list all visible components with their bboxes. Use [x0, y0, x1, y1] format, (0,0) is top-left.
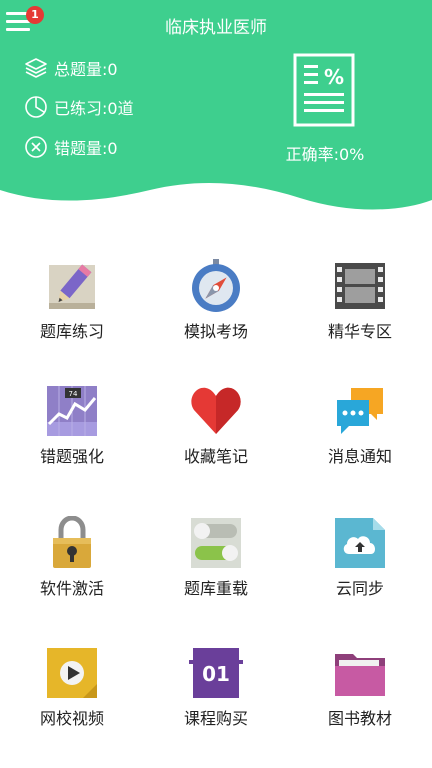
- toggle-switches-icon: [191, 518, 241, 568]
- stat-total: 总题量:0: [24, 56, 118, 80]
- stat-wrong: 错题量:0: [24, 135, 118, 159]
- grid-item-messages[interactable]: 消息通知: [300, 384, 420, 467]
- trend-chart-icon: 74: [47, 386, 97, 436]
- grid-label: 网校视频: [39, 709, 104, 728]
- grid-label: 模拟考场: [183, 322, 248, 341]
- course-01-icon: 01: [189, 648, 243, 698]
- chat-bubbles-icon: [337, 388, 383, 434]
- grid-label: 题库重载: [183, 579, 248, 598]
- pie-chart-icon: [25, 96, 47, 118]
- grid-item-buy-course[interactable]: 01 课程购买: [156, 646, 276, 729]
- grid-item-books[interactable]: 图书教材: [300, 646, 420, 729]
- grid-item-question-bank[interactable]: 题库练习: [12, 259, 132, 342]
- grid-label: 精华专区: [327, 322, 392, 341]
- pencil-paper-icon: [49, 264, 95, 309]
- grid-item-videos[interactable]: 网校视频: [12, 646, 132, 729]
- x-circle-icon: [25, 136, 47, 158]
- grid-item-mock-exam[interactable]: 模拟考场: [156, 259, 276, 342]
- grid-label: 课程购买: [183, 709, 248, 728]
- layers-icon: [25, 58, 47, 78]
- grid-item-activate[interactable]: 软件激活: [12, 516, 132, 599]
- grid-label: 错题强化: [39, 447, 104, 466]
- folder-icon: [335, 654, 385, 696]
- grid-label: 消息通知: [327, 447, 392, 466]
- grid-item-favorites[interactable]: 收藏笔记: [156, 384, 276, 467]
- header: 1 临床执业医师 总题量:0 已练习:0道 错题量:0 % 正确率:0%: [0, 0, 432, 215]
- stat-wrong-text: 错题量:0: [54, 139, 118, 158]
- grid-label: 题库练习: [39, 322, 104, 341]
- svg-text:%: %: [324, 65, 344, 89]
- video-play-icon: [47, 648, 97, 698]
- page-title: 临床执业医师: [165, 18, 267, 38]
- grid-label: 图书教材: [327, 709, 392, 728]
- grid-item-cloud-sync[interactable]: 云同步: [300, 516, 420, 599]
- grid-label: 收藏笔记: [183, 447, 248, 466]
- svg-text:01: 01: [202, 662, 230, 686]
- compass-icon: [192, 259, 240, 312]
- heart-icon: [191, 387, 241, 434]
- padlock-icon: [53, 516, 91, 568]
- grid-label: 云同步: [335, 579, 384, 598]
- grid-label: 软件激活: [39, 579, 104, 598]
- accuracy-text: 正确率:0%: [285, 145, 365, 164]
- svg-text:74: 74: [69, 390, 78, 398]
- grid-item-reload[interactable]: 题库重载: [156, 516, 276, 599]
- grid-item-featured[interactable]: 精华专区: [300, 259, 420, 342]
- stat-practiced-text: 已练习:0道: [54, 99, 134, 118]
- stat-total-text: 总题量:0: [54, 60, 118, 79]
- cloud-upload-icon: [335, 518, 385, 568]
- document-percent-icon: %: [293, 53, 355, 127]
- film-strip-icon: [335, 263, 385, 309]
- stat-practiced: 已练习:0道: [24, 95, 134, 119]
- grid-item-mistake-review[interactable]: 74 错题强化: [12, 384, 132, 467]
